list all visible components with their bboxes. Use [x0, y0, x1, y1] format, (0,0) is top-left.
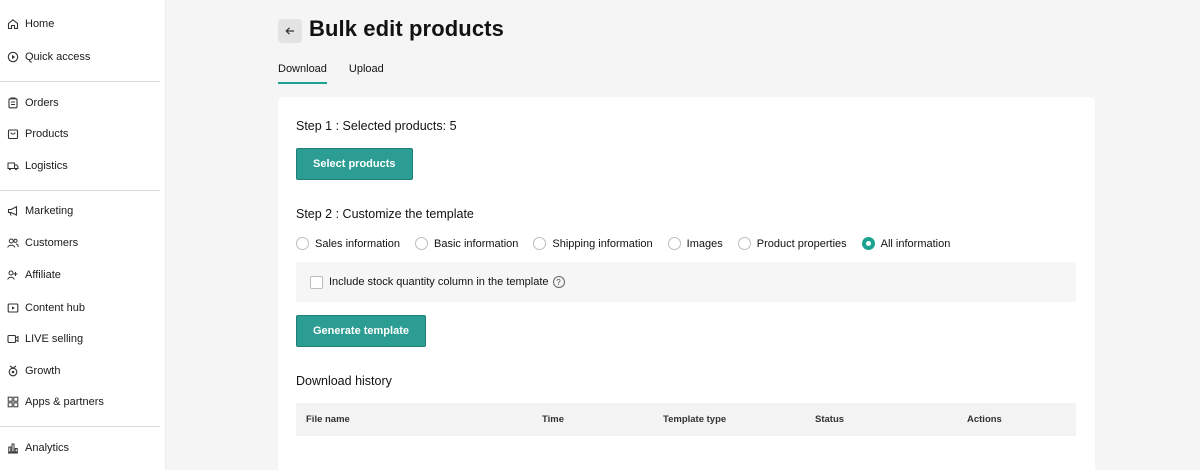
tab-download[interactable]: Download: [278, 63, 327, 84]
radio-circle[interactable]: [415, 237, 428, 250]
products-icon: [7, 128, 19, 140]
sidebar-item-orders[interactable]: Orders: [0, 89, 160, 117]
sidebar-item-home[interactable]: Home: [0, 10, 160, 38]
generate-template-button[interactable]: Generate template: [296, 315, 426, 347]
sidebar-item-label: Affiliate: [25, 269, 61, 281]
customers-icon: [7, 237, 19, 249]
sidebar-item-label: Products: [25, 128, 69, 140]
analytics-icon: [7, 442, 19, 454]
apps-icon: [7, 396, 19, 408]
checkbox-label: Include stock quantity column in the tem…: [329, 276, 549, 288]
live-icon: [7, 333, 19, 345]
template-type-radio-group: Sales information Basic information Ship…: [296, 237, 965, 250]
radio-label: Basic information: [434, 237, 519, 250]
sidebar-item-label: LIVE selling: [25, 333, 84, 345]
stock-option-box: Include stock quantity column in the tem…: [296, 262, 1076, 302]
column-header-template-type: Template type: [663, 414, 727, 425]
sidebar-item-label: Analytics: [25, 442, 70, 454]
sidebar-item-content-hub[interactable]: Content hub: [0, 294, 160, 322]
sidebar-item-label: Home: [25, 18, 55, 30]
select-products-button[interactable]: Select products: [296, 148, 413, 180]
truck-icon: [7, 160, 19, 172]
home-icon: [7, 18, 19, 30]
stock-quantity-checkbox[interactable]: [310, 275, 323, 289]
sidebar-divider: [0, 81, 160, 82]
radio-label: Shipping information: [552, 237, 653, 250]
sidebar-item-apps-partners[interactable]: Apps & partners: [0, 388, 160, 416]
column-header-file-name: File name: [306, 414, 350, 425]
question-circle-icon[interactable]: ?: [552, 276, 565, 288]
sidebar-item-marketing[interactable]: Marketing: [0, 197, 160, 225]
radio-label: All information: [880, 237, 951, 250]
radio-images[interactable]: Images: [667, 237, 723, 250]
main-content: Bulk edit products Download Upload Step …: [166, 0, 1200, 470]
radio-product-properties[interactable]: Product properties: [737, 237, 847, 250]
sidebar-item-label: Growth: [25, 365, 61, 377]
sidebar-item-label: Customers: [25, 237, 79, 249]
radio-basic-information[interactable]: Basic information: [415, 237, 518, 250]
tab-upload[interactable]: Upload: [349, 63, 384, 84]
radio-label: Images: [686, 237, 723, 250]
column-header-time: Time: [542, 414, 565, 425]
back-button[interactable]: [278, 19, 302, 43]
arrow-left-icon: [284, 25, 296, 37]
sidebar-item-label: Quick access: [25, 51, 91, 63]
step1-title: Step 1 : Selected products: 5: [296, 119, 457, 133]
download-history-title: Download history: [296, 374, 392, 388]
sidebar-item-affiliate[interactable]: Affiliate: [0, 261, 160, 289]
page-title: Bulk edit products: [309, 16, 504, 41]
sidebar-item-products[interactable]: Products: [0, 120, 160, 148]
quick-access-icon: [7, 51, 19, 63]
step2-title: Step 2 : Customize the template: [296, 207, 474, 221]
radio-circle[interactable]: [533, 237, 547, 250]
orders-icon: [7, 97, 19, 109]
radio-label: Product properties: [756, 237, 847, 250]
growth-icon: [7, 365, 19, 377]
sidebar-item-growth[interactable]: Growth: [0, 357, 160, 385]
column-header-actions: Actions: [967, 414, 1002, 425]
sidebar-item-label: Logistics: [25, 160, 68, 172]
sidebar-divider: [0, 426, 160, 427]
sidebar-item-logistics[interactable]: Logistics: [0, 152, 160, 180]
sidebar-item-live-selling[interactable]: LIVE selling: [0, 325, 160, 353]
radio-shipping-information[interactable]: Shipping information: [533, 237, 653, 250]
radio-circle[interactable]: [737, 237, 751, 250]
radio-sales-information[interactable]: Sales information: [296, 237, 400, 250]
sidebar-divider: [0, 190, 160, 191]
sidebar-item-label: Apps & partners: [25, 396, 104, 408]
affiliate-icon: [7, 269, 19, 281]
sidebar-item-analytics[interactable]: Analytics: [0, 434, 160, 462]
sidebar-item-label: Orders: [25, 97, 59, 109]
sidebar-item-customers[interactable]: Customers: [0, 229, 160, 257]
sidebar-item-quick-access[interactable]: Quick access: [0, 43, 160, 71]
radio-all-information[interactable]: All information: [861, 237, 951, 250]
megaphone-icon: [7, 205, 19, 217]
history-table-header: File name Time Template type Status Acti…: [296, 403, 1076, 436]
content-hub-icon: [7, 302, 19, 314]
column-header-status: Status: [815, 414, 845, 425]
radio-circle-checked[interactable]: [861, 237, 875, 250]
radio-circle[interactable]: [667, 237, 681, 250]
tabs: Download Upload: [278, 63, 384, 84]
sidebar: Home Quick access Orders Products Logist…: [0, 0, 166, 470]
sidebar-item-label: Marketing: [25, 205, 74, 217]
radio-circle[interactable]: [296, 237, 309, 250]
bulk-edit-card: Step 1 : Selected products: 5 Select pro…: [278, 97, 1095, 470]
radio-label: Sales information: [315, 237, 400, 250]
sidebar-item-label: Content hub: [25, 302, 85, 314]
